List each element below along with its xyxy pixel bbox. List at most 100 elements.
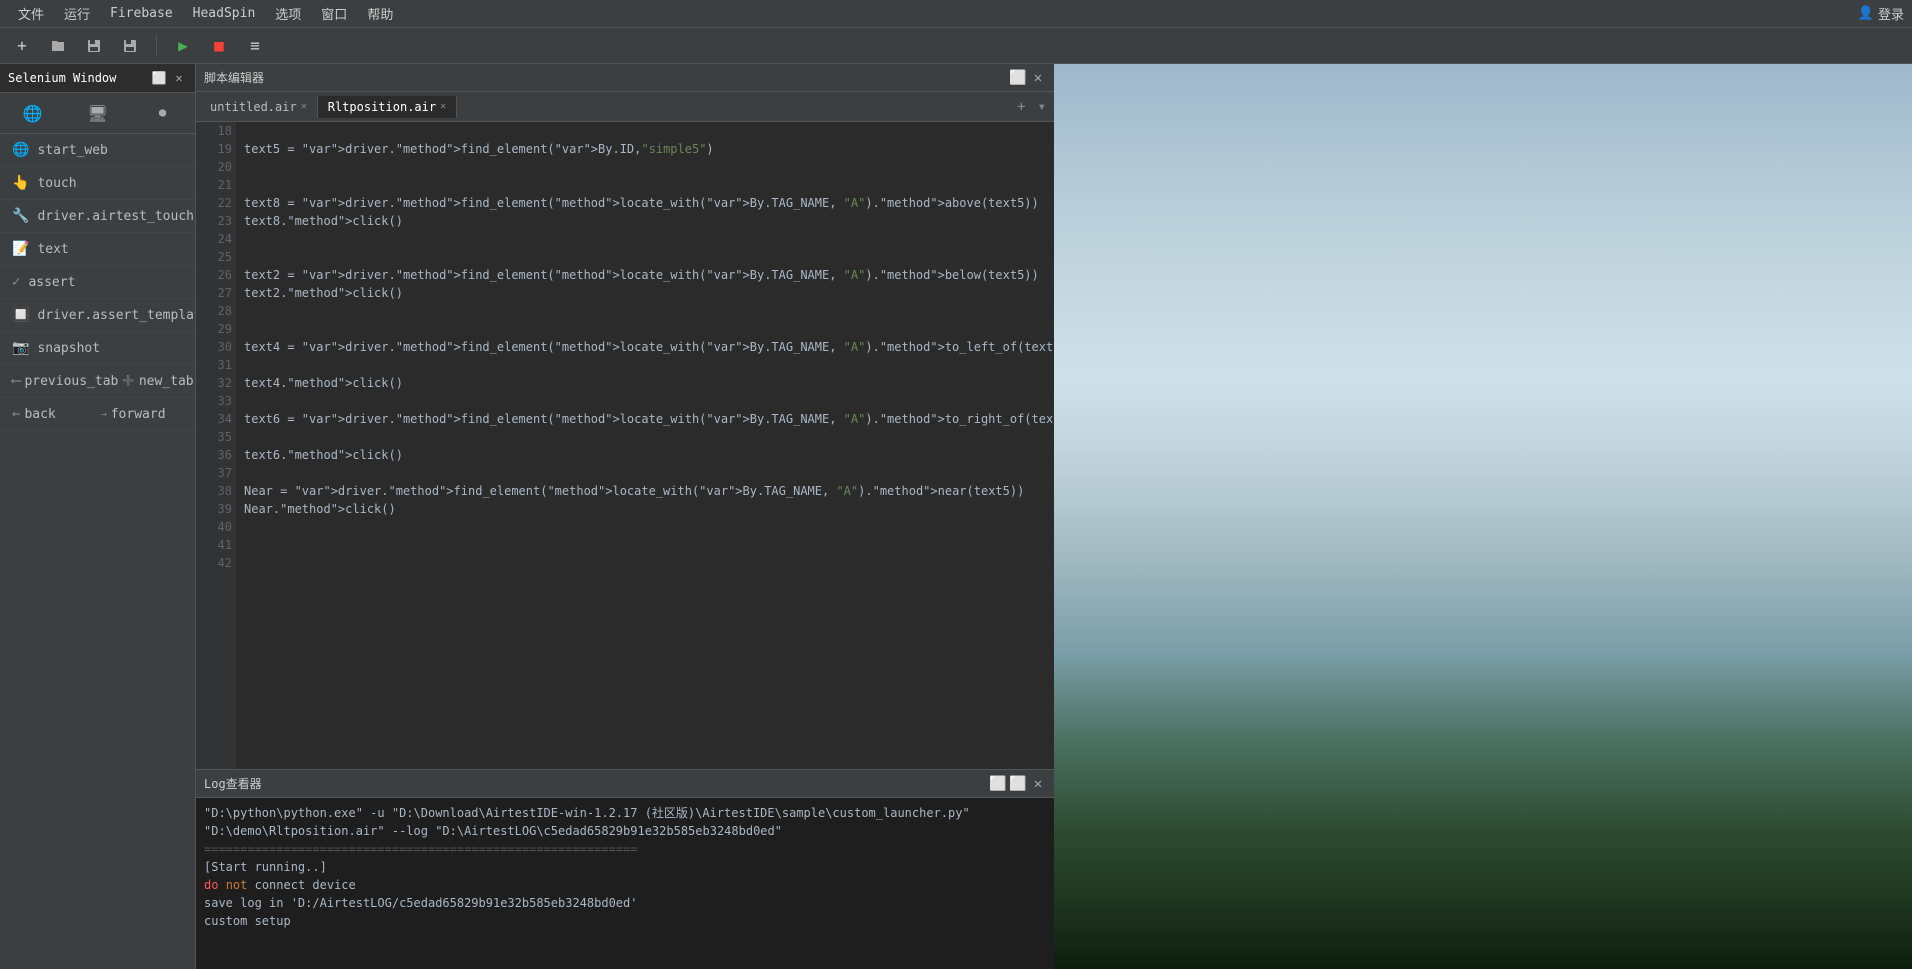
menu-headspin[interactable]: HeadSpin	[183, 4, 266, 23]
stop-button[interactable]: ■	[205, 32, 233, 60]
log-header-buttons: ⬜ ⬜ ✕	[990, 776, 1046, 792]
menu-file[interactable]: 文件	[8, 2, 54, 25]
sidebar-item-label-driver-assert-template: driver.assert_template	[37, 308, 195, 323]
sidebar-header-buttons: ⬜ ✕	[151, 70, 187, 86]
new-button[interactable]: +	[8, 32, 36, 60]
code-line	[244, 518, 1046, 536]
forward-icon: →	[101, 409, 107, 420]
code-line	[244, 464, 1046, 482]
code-line: text2 = "var">driver."method">find_eleme…	[244, 266, 1046, 284]
log-filter-btn[interactable]: ⬜	[990, 776, 1006, 792]
sidebar-item-driver-airtest-touch[interactable]: 🔧 driver.airtest_touch	[0, 200, 195, 233]
code-line: Near = "var">driver."method">find_elemen…	[244, 482, 1046, 500]
background-panel	[1054, 64, 1912, 969]
sidebar-minimize-btn[interactable]: ⬜	[151, 70, 167, 86]
editor-close-btn[interactable]: ✕	[1030, 70, 1046, 86]
login-button[interactable]: 👤 登录	[1858, 4, 1904, 23]
editor-restore-btn[interactable]: ⬜	[1010, 70, 1026, 86]
tab-rltposition-label: Rltposition.air	[328, 100, 436, 114]
tab-dropdown-btn[interactable]: ▾	[1034, 99, 1050, 115]
sidebar-item-navigation[interactable]: ← back → forward	[0, 398, 195, 431]
code-line	[244, 302, 1046, 320]
sidebar-item-snapshot[interactable]: 📷 snapshot	[0, 332, 195, 365]
open-button[interactable]	[44, 32, 72, 60]
menu-options[interactable]: 选项	[265, 2, 311, 25]
log-line: do not connect device	[204, 876, 1046, 894]
code-line	[244, 428, 1046, 446]
log-button[interactable]: ≡	[241, 32, 269, 60]
sidebar-tab-web[interactable]: 🌐	[0, 93, 65, 133]
toolbar-separator	[156, 36, 157, 56]
sidebar-item-driver-assert-template[interactable]: 🔲 driver.assert_template	[0, 299, 195, 332]
tab-add-btn[interactable]: +	[1013, 99, 1029, 115]
log-line: [Start running..]	[204, 858, 1046, 876]
sidebar-item-label-touch: touch	[37, 176, 183, 191]
tab-rltposition-close[interactable]: ✕	[440, 101, 446, 112]
code-line: text4."method">click()	[244, 374, 1046, 392]
editor-area: 脚本编辑器 ⬜ ✕ untitled.air ✕ Rltposition.air…	[196, 64, 1054, 969]
code-line	[244, 176, 1046, 194]
sidebar-item-text[interactable]: 📝 text	[0, 233, 195, 266]
menu-window[interactable]: 窗口	[311, 2, 357, 25]
sidebar-item-label-start-web: start_web	[37, 143, 183, 158]
log-restore-btn[interactable]: ⬜	[1010, 776, 1026, 792]
main-area: Selenium Window ⬜ ✕ 🌐 🖥 ⏺ 🌐 start_web 👆 …	[0, 64, 1912, 969]
menu-help[interactable]: 帮助	[357, 2, 403, 25]
assert-icon: ✓	[12, 274, 20, 290]
tab-untitled-close[interactable]: ✕	[301, 101, 307, 112]
driver-airtest-touch-icon: 🔧	[12, 208, 29, 224]
snapshot-icon: 📷	[12, 340, 29, 356]
menu-bar: 文件 运行 Firebase HeadSpin 选项 窗口 帮助 👤 登录	[0, 0, 1912, 28]
sidebar-item-tabs[interactable]: ⟵ previous_tab ➕ new_tab	[0, 365, 195, 398]
code-line: text5 = "var">driver."method">find_eleme…	[244, 140, 1046, 158]
sidebar-item-assert[interactable]: ✓ assert	[0, 266, 195, 299]
svg-text:+: +	[131, 40, 135, 47]
tabs-add-area: + ▾	[1013, 99, 1050, 115]
sidebar-header: Selenium Window ⬜ ✕	[0, 64, 195, 93]
tabs-bar: untitled.air ✕ Rltposition.air ✕ + ▾	[196, 92, 1054, 122]
sidebar-item-start-web[interactable]: 🌐 start_web	[0, 134, 195, 167]
sidebar-item-label-driver-airtest-touch: driver.airtest_touch	[37, 209, 194, 224]
code-area[interactable]: 1819202122232425262728293031323334353637…	[196, 122, 1054, 769]
log-close-btn[interactable]: ✕	[1030, 776, 1046, 792]
sidebar-icon-tabs: 🌐 🖥 ⏺	[0, 93, 195, 134]
save-as-button[interactable]: +	[116, 32, 144, 60]
sidebar-item-label-snapshot: snapshot	[37, 341, 183, 356]
tab-untitled[interactable]: untitled.air ✕	[200, 96, 318, 118]
sidebar-item-label-back: back	[24, 407, 96, 422]
run-button[interactable]: ▶	[169, 32, 197, 60]
line-numbers: 1819202122232425262728293031323334353637…	[196, 122, 236, 769]
script-editor: 脚本编辑器 ⬜ ✕ untitled.air ✕ Rltposition.air…	[196, 64, 1054, 769]
tab-rltposition[interactable]: Rltposition.air ✕	[318, 96, 457, 118]
sidebar-item-touch[interactable]: 👆 touch	[0, 167, 195, 200]
start-web-icon: 🌐	[12, 142, 29, 158]
log-line: save log in 'D:/AirtestLOG/c5edad65829b9…	[204, 894, 1046, 912]
sidebar-items-list: 🌐 start_web 👆 touch 🔧 driver.airtest_tou…	[0, 134, 195, 969]
log-panel: Log查看器 ⬜ ⬜ ✕ "D:\python\python.exe" -u "…	[196, 769, 1054, 969]
code-line: text6."method">click()	[244, 446, 1046, 464]
code-line	[244, 536, 1046, 554]
code-line	[244, 122, 1046, 140]
sidebar-close-btn[interactable]: ✕	[171, 70, 187, 86]
sidebar-item-label-new-tab: new_tab	[139, 374, 194, 389]
sidebar-item-label-forward: forward	[111, 407, 183, 422]
script-editor-header: 脚本编辑器 ⬜ ✕	[196, 64, 1054, 92]
driver-assert-template-icon: 🔲	[12, 307, 29, 323]
menu-run[interactable]: 运行	[54, 2, 100, 25]
sidebar: Selenium Window ⬜ ✕ 🌐 🖥 ⏺ 🌐 start_web 👆 …	[0, 64, 196, 969]
code-line: text2."method">click()	[244, 284, 1046, 302]
code-line	[244, 158, 1046, 176]
menu-firebase[interactable]: Firebase	[100, 4, 183, 23]
sidebar-item-label-previous-tab: previous_tab	[24, 374, 118, 389]
code-line	[244, 392, 1046, 410]
sidebar-tab-record[interactable]: ⏺	[130, 93, 195, 133]
toolbar: + + ▶ ■ ≡	[0, 28, 1912, 64]
background-mountain	[1054, 64, 1912, 969]
log-content[interactable]: "D:\python\python.exe" -u "D:\Download\A…	[196, 798, 1054, 969]
code-line	[244, 356, 1046, 374]
save-button[interactable]	[80, 32, 108, 60]
code-content[interactable]: text5 = "var">driver."method">find_eleme…	[236, 122, 1054, 769]
log-line: "D:\python\python.exe" -u "D:\Download\A…	[204, 804, 1046, 840]
code-line: text6 = "var">driver."method">find_eleme…	[244, 410, 1046, 428]
sidebar-tab-screen[interactable]: 🖥	[65, 93, 130, 133]
